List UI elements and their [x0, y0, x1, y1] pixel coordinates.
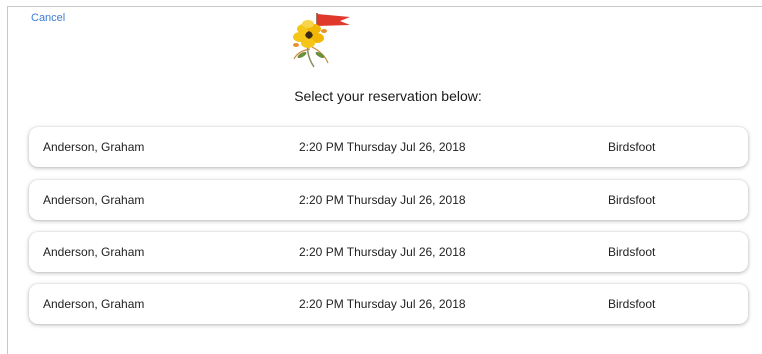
- reservation-datetime: 2:20 PM Thursday Jul 26, 2018: [299, 193, 466, 207]
- flower-flag-logo: [293, 13, 350, 68]
- reservation-datetime: 2:20 PM Thursday Jul 26, 2018: [299, 245, 466, 259]
- reservation-datetime: 2:20 PM Thursday Jul 26, 2018: [299, 140, 466, 154]
- reservation-name: Anderson, Graham: [43, 193, 145, 207]
- reservation-location: Birdsfoot: [608, 140, 656, 154]
- reservation-location: Birdsfoot: [608, 245, 656, 259]
- reservation-datetime: 2:20 PM Thursday Jul 26, 2018: [299, 297, 466, 311]
- reservation-name: Anderson, Graham: [43, 297, 145, 311]
- reservation-name: Anderson, Graham: [43, 140, 145, 154]
- reservation-location: Birdsfoot: [608, 193, 656, 207]
- reservation-row[interactable]: Anderson, Graham 2:20 PM Thursday Jul 26…: [29, 284, 748, 324]
- reservation-name: Anderson, Graham: [43, 245, 145, 259]
- reservation-location: Birdsfoot: [608, 297, 656, 311]
- page-title: Select your reservation below:: [294, 88, 482, 104]
- reservation-row[interactable]: Anderson, Graham 2:20 PM Thursday Jul 26…: [29, 232, 748, 272]
- reservation-row[interactable]: Anderson, Graham 2:20 PM Thursday Jul 26…: [29, 127, 748, 167]
- cancel-button[interactable]: Cancel: [31, 12, 65, 24]
- reservation-row[interactable]: Anderson, Graham 2:20 PM Thursday Jul 26…: [29, 180, 748, 220]
